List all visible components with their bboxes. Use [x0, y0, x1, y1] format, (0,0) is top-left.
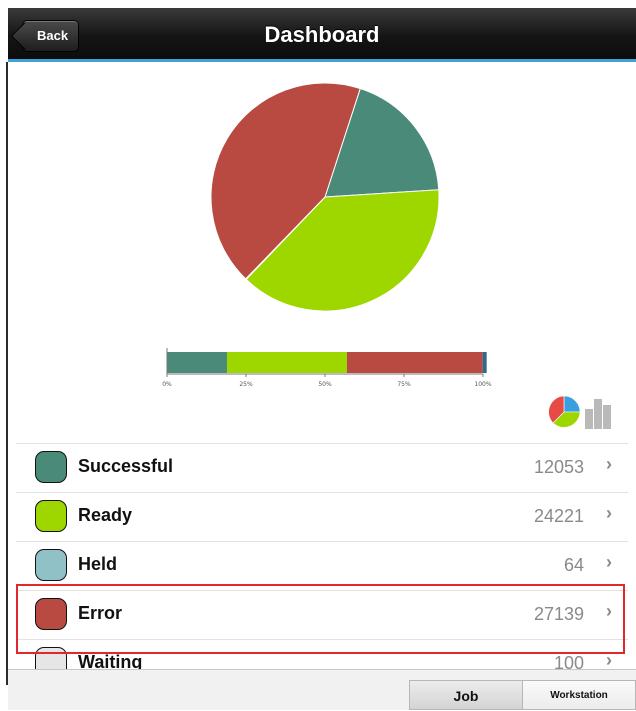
chevron-right-icon: › — [606, 503, 612, 523]
status-count: 12053 — [533, 457, 584, 477]
status-label: Held — [78, 554, 118, 574]
back-button-label: Back — [37, 28, 69, 43]
bar-x-tick-label: 50% — [318, 381, 332, 388]
back-button[interactable]: Back — [22, 20, 80, 52]
bar-x-tick-label: 75% — [397, 381, 411, 388]
bar-chart-svg: 0% 25% 50% 75% 100% — [162, 348, 492, 388]
status-color-swatch — [35, 549, 67, 581]
bar-segment-ready — [226, 352, 347, 373]
status-color-swatch — [35, 500, 67, 532]
page-title: Dashboard — [264, 22, 380, 47]
bar-segment-error — [346, 352, 483, 373]
bar-x-tick-label: 25% — [239, 381, 253, 388]
status-pie-chart — [208, 80, 442, 314]
status-count: 24221 — [533, 506, 584, 526]
status-label: Ready — [78, 505, 133, 525]
bar-x-tick-label: 0% — [162, 381, 172, 388]
status-count: 64 — [563, 555, 584, 575]
pie-chart-icon[interactable] — [548, 395, 581, 428]
chevron-right-icon: › — [606, 454, 612, 474]
pie-chart-svg — [210, 82, 440, 312]
header-bar: Dashboard Back — [8, 8, 636, 62]
tab-workstation[interactable]: Workstation — [522, 680, 636, 710]
bar-segment-successful — [167, 352, 227, 373]
bar-x-tick-label: 100% — [474, 381, 491, 388]
bottom-tab-bar: Job Workstation — [8, 669, 636, 710]
bar-segment-held — [482, 352, 487, 373]
bar-chart-icon[interactable] — [585, 399, 611, 429]
chart-type-toggle[interactable] — [545, 393, 617, 431]
status-row-ready[interactable]: Ready 24221 › — [16, 492, 628, 541]
selection-highlight — [16, 584, 625, 654]
tab-job[interactable]: Job — [409, 680, 523, 710]
left-border — [6, 62, 8, 685]
status-row-held[interactable]: Held 64 › — [16, 541, 628, 590]
dashboard-screen: Dashboard Back 0% 25% 50% 75% 100% Successfu… — [0, 0, 636, 710]
status-label: Successful — [78, 456, 174, 476]
chevron-right-icon: › — [606, 552, 612, 572]
status-row-successful[interactable]: Successful 12053 › — [16, 443, 628, 492]
status-stacked-bar-chart: 0% 25% 50% 75% 100% — [155, 338, 495, 398]
status-color-swatch — [35, 451, 67, 483]
